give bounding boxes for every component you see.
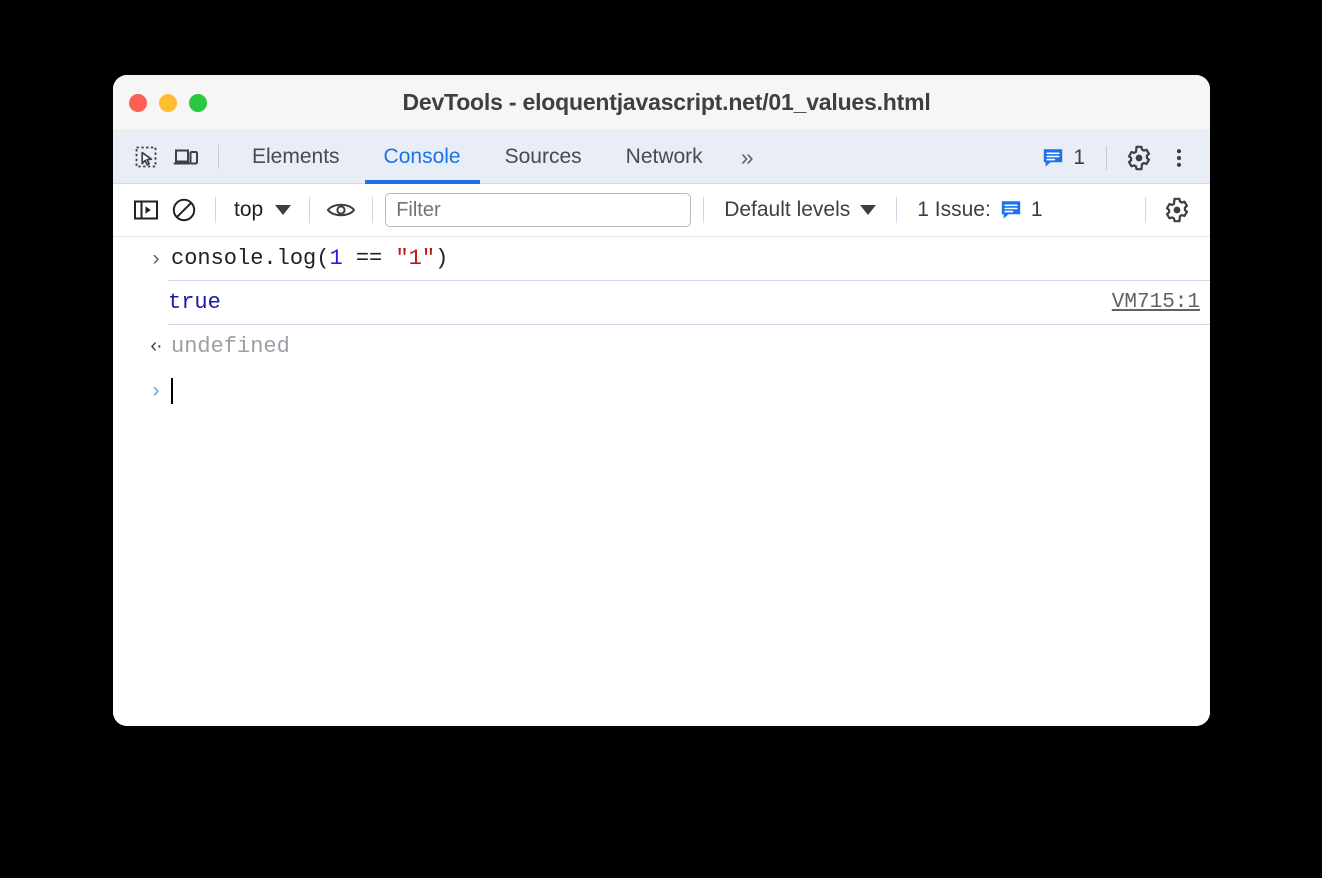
- console-issues-button[interactable]: 1 Issue: 1: [909, 191, 1050, 229]
- return-value-arrow-icon: ‹·: [150, 335, 162, 357]
- console-settings-button[interactable]: [1158, 191, 1196, 229]
- main-menu-button[interactable]: [1160, 139, 1198, 177]
- tab-elements[interactable]: Elements: [230, 131, 362, 184]
- source-location-link[interactable]: VM715:1: [1112, 291, 1206, 314]
- device-toolbar-button[interactable]: [167, 138, 205, 176]
- console-result-text: undefined: [171, 334, 290, 359]
- log-levels-selector[interactable]: Default levels: [716, 191, 884, 229]
- console-toolbar-divider-5: [896, 197, 898, 223]
- console-toolbar: top Default levels 1 Issue:: [113, 184, 1210, 237]
- devtools-window: DevTools - eloquentjavascript.net/01_val…: [113, 75, 1210, 726]
- tab-console[interactable]: Console: [362, 131, 483, 184]
- devtools-tabbar: Elements Console Sources Network » 1: [113, 131, 1210, 184]
- issues-message-icon: [1044, 148, 1063, 167]
- console-message-list[interactable]: › console.log(1 == "1") true VM715:1 ‹· …: [113, 237, 1210, 726]
- execution-context-selector[interactable]: top: [228, 191, 297, 229]
- close-button[interactable]: [129, 94, 147, 112]
- issues-count-label: 1: [1073, 145, 1085, 169]
- text-cursor: [171, 377, 173, 404]
- prompt-chevron-icon: ›: [152, 246, 160, 270]
- code-token-string: "1": [395, 246, 436, 271]
- console-issues-label: 1 Issue:: [917, 198, 991, 221]
- console-toolbar-divider-6: [1145, 197, 1146, 223]
- console-toolbar-right: [1133, 191, 1210, 229]
- inspect-element-icon: [135, 146, 157, 168]
- console-toolbar-divider-2: [309, 197, 311, 223]
- tabbar-left-tools: [113, 138, 230, 176]
- tab-sources[interactable]: Sources: [483, 131, 604, 184]
- screen-backdrop: DevTools - eloquentjavascript.net/01_val…: [0, 0, 1322, 878]
- live-expression-eye-icon: [326, 203, 356, 217]
- live-expression-button[interactable]: [322, 191, 360, 229]
- clear-console-button[interactable]: [165, 191, 203, 229]
- window-controls: [129, 75, 207, 131]
- code-token-plain: console.log(: [171, 246, 330, 271]
- console-prompt-row[interactable]: ›: [113, 368, 1210, 413]
- issues-indicator-button[interactable]: 1: [1034, 139, 1093, 177]
- tab-network[interactable]: Network: [604, 131, 725, 184]
- active-prompt-chevron-icon: ›: [152, 378, 160, 402]
- device-toolbar-icon: [173, 149, 198, 165]
- log-levels-label: Default levels: [724, 198, 851, 221]
- chevron-down-icon: [275, 205, 292, 215]
- tabbar-right-tools: 1: [1034, 131, 1198, 184]
- window-title: DevTools - eloquentjavascript.net/01_val…: [402, 89, 931, 115]
- console-output-row[interactable]: true VM715:1: [168, 280, 1210, 325]
- window-titlebar: DevTools - eloquentjavascript.net/01_val…: [113, 75, 1210, 131]
- console-toolbar-divider-3: [372, 197, 374, 223]
- more-tabs-button[interactable]: »: [725, 131, 768, 184]
- code-token-operator: ==: [342, 246, 396, 271]
- console-result-row[interactable]: ‹· undefined: [113, 325, 1210, 368]
- clear-console-icon: [172, 198, 196, 222]
- console-input-row[interactable]: › console.log(1 == "1"): [113, 237, 1210, 280]
- maximize-button[interactable]: [189, 94, 207, 112]
- console-output-text: true: [168, 290, 221, 315]
- gear-icon: [1127, 145, 1151, 170]
- inspect-element-button[interactable]: [127, 138, 165, 176]
- tabbar-divider: [218, 145, 219, 169]
- chevron-down-icon: [860, 205, 877, 215]
- execution-context-label: top: [234, 198, 264, 221]
- settings-button[interactable]: [1120, 139, 1158, 177]
- code-token-number: 1: [329, 246, 343, 271]
- console-toolbar-divider-1: [215, 197, 216, 223]
- kebab-menu-icon: [1176, 148, 1182, 167]
- code-token-paren: ): [435, 246, 449, 271]
- console-sidebar-toggle-button[interactable]: [127, 191, 165, 229]
- console-toolbar-divider-4: [703, 197, 705, 223]
- panel-tabs: Elements Console Sources Network »: [230, 131, 767, 184]
- minimize-button[interactable]: [159, 94, 177, 112]
- console-settings-gear-icon: [1165, 197, 1189, 223]
- filter-input[interactable]: [385, 193, 692, 227]
- tabbar-right-divider: [1106, 145, 1107, 170]
- console-sidebar-icon: [134, 200, 158, 220]
- issues-message-icon: [1001, 201, 1021, 219]
- console-issues-count: 1: [1030, 198, 1043, 221]
- console-input-text: console.log(1 == "1"): [147, 237, 448, 280]
